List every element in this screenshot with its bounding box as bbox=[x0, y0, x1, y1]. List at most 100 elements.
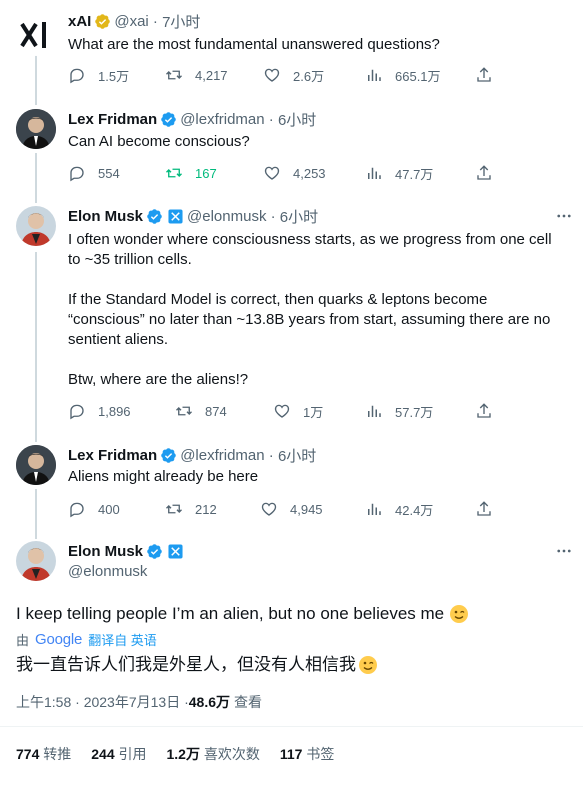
avatar[interactable] bbox=[16, 206, 56, 246]
reply-button[interactable]: 554 bbox=[68, 163, 120, 183]
google-logo: Google bbox=[35, 630, 83, 648]
tweet-text: I keep telling people I’m an alien, but … bbox=[16, 604, 445, 623]
tweet-time[interactable]: 6小时 bbox=[278, 445, 316, 466]
author-name[interactable]: Elon Musk bbox=[68, 208, 143, 225]
tweet-time[interactable]: 6小时 bbox=[280, 206, 318, 227]
retweets-stat[interactable]: 774 转推 bbox=[16, 744, 71, 764]
more-options-button[interactable] bbox=[553, 206, 575, 226]
reply-button[interactable]: 1,896 bbox=[68, 401, 131, 421]
main-tweet: Elon Musk @elonmusk I keep telling peopl… bbox=[0, 541, 583, 785]
author-handle[interactable]: @xai bbox=[114, 13, 148, 30]
retweet-icon bbox=[166, 70, 182, 80]
tweet-actions: 1.5万 4,217 2.6万 665.1万 bbox=[68, 65, 498, 85]
avatar[interactable] bbox=[16, 541, 56, 581]
tweet-datetime[interactable]: 上午1:58 · 2023年7月13日 · bbox=[16, 692, 189, 712]
affiliate-badge-icon bbox=[168, 543, 183, 559]
share-icon bbox=[477, 67, 491, 82]
author-handle[interactable]: @elonmusk bbox=[187, 208, 266, 225]
translated-from-link[interactable]: 翻译自 英语 bbox=[88, 630, 157, 649]
retweet-count: 4,217 bbox=[195, 67, 228, 83]
blue-verified-icon bbox=[161, 447, 176, 463]
text-line: Btw, where are the aliens!? bbox=[68, 371, 249, 388]
like-count: 2.6万 bbox=[293, 68, 325, 84]
share-button[interactable] bbox=[475, 163, 505, 183]
heart-icon bbox=[264, 166, 280, 180]
reply-button[interactable]: 1.5万 bbox=[68, 65, 129, 85]
translated-tweet-text: 我一直告诉人们我是外星人，但没有人相信我 bbox=[16, 655, 356, 674]
reply-count: 1.5万 bbox=[98, 68, 130, 84]
stat-label: 喜欢次数 bbox=[203, 746, 260, 762]
tweet-meta: 上午1:58 · 2023年7月13日 · 48.6万 查看 bbox=[16, 692, 262, 712]
reply-count: 1,896 bbox=[98, 403, 131, 419]
avatar[interactable] bbox=[16, 445, 56, 485]
share-icon bbox=[477, 403, 491, 418]
tweet-text: Aliens might already be here bbox=[68, 468, 259, 485]
retweet-button[interactable]: 167 bbox=[165, 163, 217, 183]
author-handle[interactable]: @lexfridman bbox=[180, 447, 264, 464]
views-count: 47.7万 bbox=[395, 166, 434, 182]
tweet-actions: 400 212 4,945 42.4万 bbox=[68, 499, 498, 519]
more-options-button[interactable] bbox=[553, 541, 575, 561]
views-chart-icon bbox=[368, 503, 381, 515]
views-button[interactable]: 47.7万 bbox=[365, 163, 433, 183]
reply-icon bbox=[70, 502, 84, 518]
retweet-count: 874 bbox=[205, 403, 227, 419]
tweet-lexfridman-2[interactable]: Lex Fridman @lexfridman · 6小时 Aliens mig… bbox=[0, 445, 583, 535]
text-line: sentient aliens. bbox=[68, 331, 169, 348]
retweet-button[interactable]: 4,217 bbox=[165, 65, 228, 85]
views-button[interactable]: 42.4万 bbox=[365, 499, 433, 519]
divider bbox=[0, 726, 583, 727]
like-button[interactable]: 1万 bbox=[273, 401, 323, 421]
stat-label: 转推 bbox=[43, 746, 72, 762]
share-button[interactable] bbox=[475, 65, 505, 85]
stat-count: 1.2万 bbox=[166, 746, 200, 762]
author-name[interactable]: Lex Fridman bbox=[68, 111, 157, 128]
engagement-stats: 774 转推 244 引用 1.2万 喜欢次数 117 书签 bbox=[16, 744, 334, 764]
like-button[interactable]: 2.6万 bbox=[263, 65, 324, 85]
share-icon bbox=[477, 165, 491, 180]
avatar[interactable] bbox=[16, 109, 56, 149]
retweet-icon bbox=[176, 406, 192, 416]
tweet-time[interactable]: 6小时 bbox=[278, 109, 316, 130]
like-button[interactable]: 4,945 bbox=[260, 499, 323, 519]
tweet-lexfridman-1[interactable]: Lex Fridman @lexfridman · 6小时 Can AI bec… bbox=[0, 109, 583, 199]
views-chart-icon bbox=[368, 405, 381, 417]
views-button[interactable]: 57.7万 bbox=[365, 401, 433, 421]
author-name[interactable]: Lex Fridman bbox=[68, 447, 157, 464]
translated-by-label: 由 bbox=[16, 632, 30, 648]
dot-separator: · bbox=[148, 12, 163, 30]
views-total: 48.6万 bbox=[188, 694, 230, 710]
stat-count: 117 bbox=[279, 746, 303, 762]
tweet-actions: 554 167 4,253 47.7万 bbox=[68, 163, 498, 183]
dot-separator: · bbox=[264, 446, 278, 464]
author-handle[interactable]: @elonmusk bbox=[68, 563, 147, 580]
reply-button[interactable]: 400 bbox=[68, 499, 120, 519]
author-handle[interactable]: @lexfridman bbox=[180, 111, 264, 128]
tweet-xai[interactable]: xAI @xai · 7小时 What are the most fundame… bbox=[0, 11, 583, 101]
tweet-text: I often wonder where consciousness start… bbox=[68, 230, 573, 390]
views-count: 42.4万 bbox=[395, 502, 434, 518]
tweet-text: Can AI become conscious? bbox=[68, 133, 250, 150]
stat-label: 引用 bbox=[118, 746, 147, 762]
share-button[interactable] bbox=[475, 401, 505, 421]
share-button[interactable] bbox=[475, 499, 505, 519]
quotes-stat[interactable]: 244 引用 bbox=[91, 744, 146, 764]
views-count: 665.1万 bbox=[395, 68, 441, 84]
author-name[interactable]: Elon Musk bbox=[68, 543, 143, 560]
text-line: I often wonder where consciousness start… bbox=[68, 231, 552, 248]
retweet-button[interactable]: 874 bbox=[175, 401, 227, 421]
likes-stat[interactable]: 1.2万 喜欢次数 bbox=[167, 744, 260, 764]
reply-count: 400 bbox=[98, 501, 120, 517]
tweet-time[interactable]: 7小时 bbox=[162, 11, 200, 32]
like-button[interactable]: 4,253 bbox=[263, 163, 326, 183]
avatar[interactable] bbox=[16, 16, 56, 56]
views-button[interactable]: 665.1万 bbox=[365, 65, 441, 85]
tweet-elonmusk-1[interactable]: Elon Musk @elonmusk · 6小时 I often wonder… bbox=[0, 206, 583, 426]
author-name[interactable]: xAI bbox=[68, 13, 91, 30]
like-count: 4,253 bbox=[293, 165, 326, 181]
retweet-button[interactable]: 212 bbox=[165, 499, 217, 519]
tweet-text: What are the most fundamental unanswered… bbox=[68, 36, 440, 53]
reply-icon bbox=[70, 166, 84, 182]
affiliate-badge-icon bbox=[168, 208, 183, 224]
bookmarks-stat[interactable]: 117 书签 bbox=[280, 744, 334, 764]
